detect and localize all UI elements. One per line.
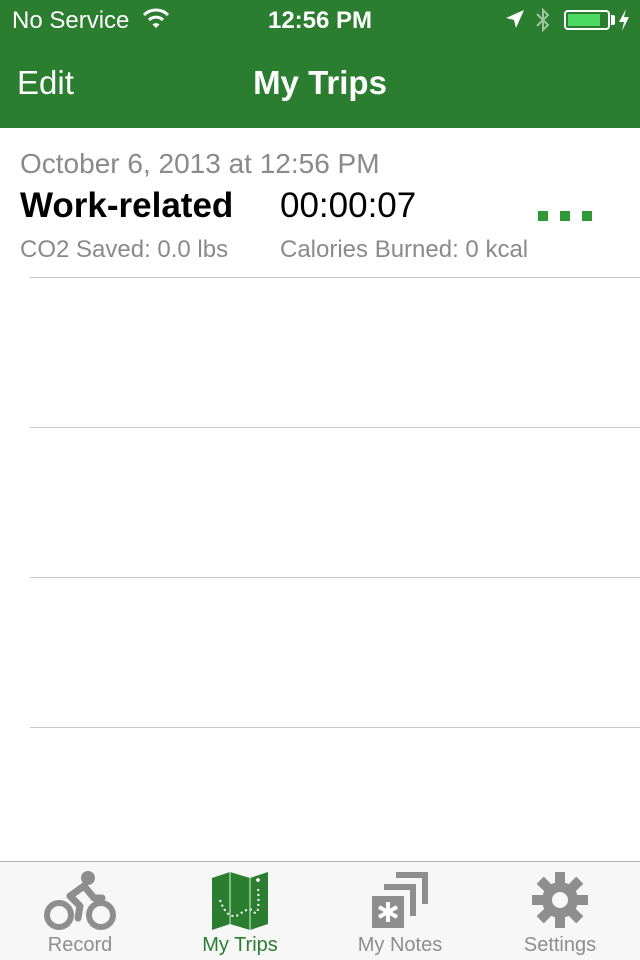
tab-record[interactable]: Record (0, 862, 160, 960)
tab-label: My Notes (357, 934, 443, 956)
tab-my-trips[interactable]: My Trips (160, 862, 320, 960)
status-bar: No Service 12:56 PM (0, 0, 640, 40)
tab-label: Record (47, 934, 113, 956)
tab-bar: Record My Trips My Notes Settings (0, 861, 640, 960)
header: No Service 12:56 PM Edit My Trips (0, 0, 640, 128)
charging-bolt-icon (619, 9, 629, 31)
bicycle-rider-icon (44, 871, 116, 930)
notes-stack-icon (372, 872, 428, 928)
tab-settings[interactable]: Settings (480, 862, 640, 960)
bluetooth-icon (536, 7, 550, 33)
tab-my-notes[interactable]: My Notes (320, 862, 480, 960)
gear-icon (532, 872, 588, 928)
trail-map-icon (212, 872, 268, 930)
empty-table-row (0, 428, 640, 578)
trip-calories-burned: Calories Burned: 0 kcal (280, 236, 529, 263)
battery-icon (564, 10, 610, 30)
tab-label: Settings (523, 934, 597, 956)
trip-date: October 6, 2013 at 12:56 PM (20, 148, 380, 179)
battery-nub (611, 15, 615, 25)
row-divider (30, 727, 640, 728)
trip-row[interactable]: October 6, 2013 at 12:56 PM Work-related… (0, 128, 640, 278)
trip-purpose: Work-related (20, 186, 234, 225)
empty-table-row (0, 278, 640, 428)
trip-duration: 00:00:07 (280, 186, 417, 225)
empty-table-row (0, 578, 640, 728)
battery-fill (568, 14, 601, 26)
page-title: My Trips (253, 64, 387, 101)
tab-label: My Trips (202, 934, 278, 956)
location-arrow-icon (506, 10, 524, 28)
trip-co2-saved: CO2 Saved: 0.0 lbs (20, 236, 229, 263)
upload-pending-dots-icon (538, 211, 592, 221)
